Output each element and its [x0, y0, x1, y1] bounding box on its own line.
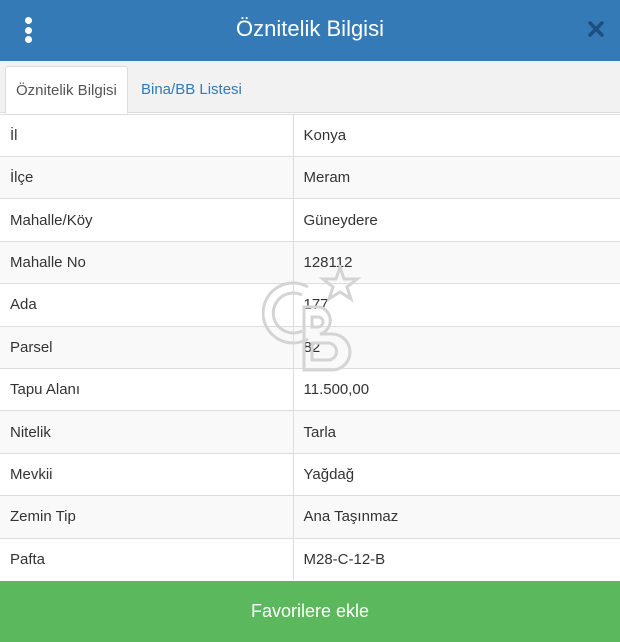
tab-bar: Öznitelik Bilgisi Bina/BB Listesi — [0, 61, 620, 114]
attribute-label: İlçe — [0, 155, 294, 199]
dialog-header: Öznitelik Bilgisi — [0, 0, 620, 61]
dialog-title: Öznitelik Bilgisi — [236, 16, 384, 41]
table-row: Parsel 82 — [0, 325, 620, 369]
attribute-value: Yağdağ — [293, 452, 620, 496]
attribute-value: M28-C-12-B — [293, 537, 620, 580]
table-row: Zemin Tip Ana Taşınmaz — [0, 495, 620, 539]
table-row: Mevkii Yağdağ — [0, 452, 620, 496]
attribute-value: 82 — [293, 325, 620, 369]
attribute-label: Mahalle No — [0, 240, 294, 284]
table-row: Tapu Alanı 11.500,00 — [0, 367, 620, 411]
attribute-label: Zemin Tip — [0, 495, 294, 539]
attribute-table: İl Konya İlçe Meram Mahalle/Köy Güneyder… — [0, 114, 620, 580]
attribute-label: Mahalle/Köy — [0, 198, 294, 242]
attribute-value: Güneydere — [293, 198, 620, 242]
table-row: Ada 177 — [0, 283, 620, 327]
attribute-value: Tarla — [293, 410, 620, 454]
table-row: Pafta M28-C-12-B — [0, 537, 620, 580]
table-row: Mahalle No 128112 — [0, 240, 620, 284]
attribute-label: Parsel — [0, 325, 294, 369]
attribute-value: 128112 — [293, 240, 620, 284]
attribute-value: Konya — [293, 114, 620, 157]
attribute-label: Ada — [0, 283, 294, 327]
attribute-value: 177 — [293, 283, 620, 327]
attribute-value: Meram — [293, 155, 620, 199]
attribute-label: İl — [0, 114, 294, 157]
attribute-value: Ana Taşınmaz — [293, 495, 620, 539]
table-row: İlçe Meram — [0, 155, 620, 199]
attribute-label: Pafta — [0, 537, 294, 580]
tab-bina-bb-listesi[interactable]: Bina/BB Listesi — [131, 66, 252, 114]
attribute-table-container: İl Konya İlçe Meram Mahalle/Köy Güneyder… — [0, 114, 620, 580]
tab-oznitelik-bilgisi[interactable]: Öznitelik Bilgisi — [5, 66, 128, 114]
add-to-favorites-button[interactable]: Favorilere ekle — [0, 581, 620, 642]
close-icon[interactable] — [586, 19, 606, 39]
table-row: Nitelik Tarla — [0, 410, 620, 454]
attribute-label: Nitelik — [0, 410, 294, 454]
table-row: Mahalle/Köy Güneydere — [0, 198, 620, 242]
attribute-value: 11.500,00 — [293, 367, 620, 411]
attribute-label: Tapu Alanı — [0, 367, 294, 411]
attribute-label: Mevkii — [0, 452, 294, 496]
table-row: İl Konya — [0, 114, 620, 157]
